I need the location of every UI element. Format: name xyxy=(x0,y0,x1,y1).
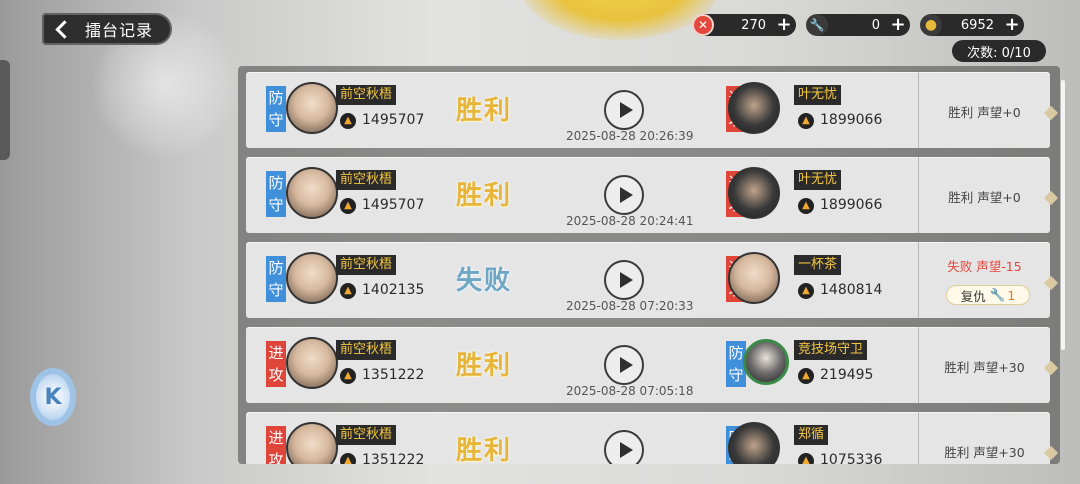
avatar[interactable] xyxy=(728,252,780,304)
side-ring-icon[interactable]: K xyxy=(30,368,76,426)
battle-result: 胜利 xyxy=(456,436,513,464)
record-row: 防守 前空秋梧 ▲ 1495707 胜利 2025-08-28 20:26:39… xyxy=(246,72,1059,148)
power-value: 1495707 xyxy=(362,197,425,213)
prestige-outcome: 胜利 声望+30 xyxy=(944,445,1025,460)
wrench-icon: 🔧 xyxy=(989,287,1006,302)
power-value: 1899066 xyxy=(820,197,883,213)
player-name: 前空秋梧 xyxy=(336,255,397,275)
player-name: 前空秋梧 xyxy=(336,340,397,360)
replay-button[interactable] xyxy=(604,175,644,215)
avatar[interactable] xyxy=(286,82,338,134)
battle-time: 2025-08-28 07:20:33 xyxy=(566,299,694,313)
power-value: 1495707 xyxy=(362,112,425,128)
role-badge: 防守 xyxy=(266,171,286,217)
avatar[interactable] xyxy=(728,167,780,219)
divider xyxy=(918,242,919,318)
prestige-outcome: 胜利 声望+0 xyxy=(948,105,1021,120)
replay-button[interactable] xyxy=(604,430,644,464)
currency-ticket-value: 270 xyxy=(741,17,766,33)
corner-ornament xyxy=(1043,275,1059,291)
record-row: 防守 前空秋梧 ▲ 1495707 胜利 2025-08-28 20:24:41… xyxy=(246,157,1059,233)
revenge-count: 1 xyxy=(1007,287,1016,303)
avatar[interactable] xyxy=(286,167,338,219)
currency-wrench: 🔧 0 + xyxy=(806,14,910,36)
chevron-left-icon xyxy=(55,19,74,39)
replay-button[interactable] xyxy=(604,345,644,385)
page-title: 擂台记录 xyxy=(85,21,154,40)
replay-button[interactable] xyxy=(604,260,644,300)
power-icon: ▲ xyxy=(340,283,356,299)
power-icon: ▲ xyxy=(798,453,814,464)
attempts-counter: 次数: 0/10 xyxy=(952,40,1046,62)
power-icon: ▲ xyxy=(798,198,814,214)
avatar[interactable] xyxy=(743,339,789,385)
battle-result: 胜利 xyxy=(456,181,513,211)
avatar[interactable] xyxy=(286,337,338,389)
role-badge: 防守 xyxy=(266,256,286,302)
battle-result: 胜利 xyxy=(456,96,513,126)
revenge-label: 复仇 xyxy=(960,288,986,304)
back-button[interactable]: 擂台记录 xyxy=(42,13,172,45)
power-value: 1075336 xyxy=(820,452,883,464)
battle-result: 胜利 xyxy=(456,351,513,381)
player-name: 前空秋梧 xyxy=(336,85,397,105)
left-edge-tab[interactable] xyxy=(0,60,10,160)
power-icon: ▲ xyxy=(340,113,356,129)
coin-icon: ● xyxy=(920,14,942,36)
power-value: 1899066 xyxy=(820,112,883,128)
role-badge: 进攻 xyxy=(266,341,286,387)
power-value: 219495 xyxy=(820,367,874,383)
opponent-name: 叶无忧 xyxy=(794,85,842,105)
role-badge: 防守 xyxy=(266,86,286,132)
add-coin-button[interactable]: + xyxy=(1002,15,1022,35)
scrollbar[interactable] xyxy=(1061,80,1065,350)
opponent-name: 叶无忧 xyxy=(794,170,842,190)
add-wrench-button[interactable]: + xyxy=(888,15,908,35)
record-row: 进攻 前空秋梧 ▲ 1351222 胜利 防守 郑循 ▲ 1075336 胜利 … xyxy=(246,412,1059,464)
prestige-outcome: 胜利 声望+0 xyxy=(948,190,1021,205)
battle-time: 2025-08-28 07:05:18 xyxy=(566,384,694,398)
record-row: 防守 前空秋梧 ▲ 1402135 失败 2025-08-28 07:20:33… xyxy=(246,242,1059,318)
record-row: 进攻 前空秋梧 ▲ 1351222 胜利 2025-08-28 07:05:18… xyxy=(246,327,1059,403)
revenge-button[interactable]: 复仇 🔧 1 xyxy=(946,285,1030,305)
opponent-name: 一杯茶 xyxy=(794,255,842,275)
power-value: 1351222 xyxy=(362,452,425,464)
record-list[interactable]: 防守 前空秋梧 ▲ 1495707 胜利 2025-08-28 20:26:39… xyxy=(238,66,1060,464)
battle-time: 2025-08-28 20:24:41 xyxy=(566,214,694,228)
background-glow xyxy=(520,0,720,40)
power-icon: ▲ xyxy=(798,368,814,384)
player-name: 前空秋梧 xyxy=(336,170,397,190)
replay-button[interactable] xyxy=(604,90,644,130)
avatar[interactable] xyxy=(728,422,780,464)
avatar[interactable] xyxy=(728,82,780,134)
power-icon: ▲ xyxy=(340,453,356,464)
opponent-name: 竞技场守卫 xyxy=(794,340,868,360)
prestige-outcome: 失败 声望-15 xyxy=(947,259,1022,274)
power-value: 1351222 xyxy=(362,367,425,383)
power-icon: ▲ xyxy=(798,283,814,299)
add-ticket-button[interactable]: + xyxy=(774,15,794,35)
currency-wrench-value: 0 xyxy=(871,17,880,33)
prestige-outcome: 胜利 声望+30 xyxy=(944,360,1025,375)
power-icon: ▲ xyxy=(798,113,814,129)
power-value: 1480814 xyxy=(820,282,883,298)
battle-time: 2025-08-28 20:26:39 xyxy=(566,129,694,143)
currency-coin-value: 6952 xyxy=(960,17,994,33)
power-icon: ▲ xyxy=(340,368,356,384)
opponent-name: 郑循 xyxy=(794,425,829,445)
ticket-icon: ✕ xyxy=(692,14,714,36)
power-value: 1402135 xyxy=(362,282,425,298)
power-icon: ▲ xyxy=(340,198,356,214)
player-name: 前空秋梧 xyxy=(336,425,397,445)
avatar[interactable] xyxy=(286,252,338,304)
role-badge: 进攻 xyxy=(266,426,286,464)
battle-result: 失败 xyxy=(456,266,513,296)
currency-ticket: ✕ 270 + xyxy=(692,14,796,36)
wrench-icon: 🔧 xyxy=(806,14,828,36)
currency-coin: ● 6952 + xyxy=(920,14,1024,36)
avatar[interactable] xyxy=(286,422,338,464)
